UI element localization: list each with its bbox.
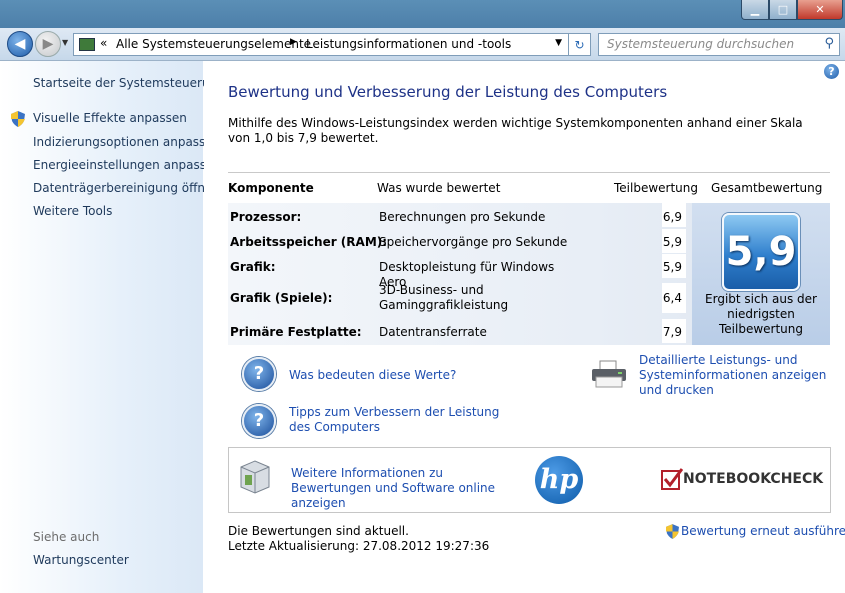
table-divider [228,172,830,173]
detailed-info-link[interactable]: Detaillierte Leistungs- und Systeminform… [639,353,839,398]
arrow-right-icon: ▶ [42,36,54,52]
column-header-subscore: Teilbewertung [614,181,699,195]
search-placeholder: Systemsteuerung durchsuchen [607,37,795,51]
question-icon: ? [242,404,276,438]
row-rated-ram: Speichervorgänge pro Sekunde [379,235,568,249]
address-toolbar: ◀ ▶ ▼ « Alle Systemsteuerungselemente ▶ … [0,28,845,61]
base-score-panel: 5,9 Ergibt sich aus der niedrigsten Teil… [692,203,830,345]
software-box-icon [240,460,270,494]
online-info-link[interactable]: Weitere Informationen zu Bewertungen und… [291,466,521,511]
what-do-values-mean-link[interactable]: Was bedeuten diese Werte? [289,368,456,383]
breadcrumb-all-control-panel[interactable]: Alle Systemsteuerungselemente [116,37,311,51]
row-score-ram: 5,9 [662,235,682,249]
printer-icon [592,360,626,388]
search-input[interactable]: Systemsteuerung durchsuchen ⚲ [598,33,840,56]
row-rated-processor: Berechnungen pro Sekunde [379,210,546,224]
forward-button[interactable]: ▶ [35,31,61,57]
notebookcheck-watermark: NOTEBOOKCHECK [661,468,824,492]
page-title: Bewertung und Verbesserung der Leistung … [228,83,668,101]
row-component-primary-disk: Primäre Festplatte: [230,325,362,339]
improvement-tips-link[interactable]: Tipps zum Verbessern der Leistung des Co… [289,405,509,435]
see-also-heading: Siehe auch [33,530,100,544]
minimize-button[interactable]: ▁ [741,0,769,20]
row-score-processor: 6,9 [662,210,682,224]
status-last-update: Letzte Aktualisierung: 27.08.2012 19:27:… [228,539,490,553]
row-component-graphics: Grafik: [230,260,276,274]
shield-icon [666,524,679,539]
breadcrumb-separator-icon[interactable]: ▶ [290,37,297,47]
sidebar-item-more-tools[interactable]: Weitere Tools [33,204,112,218]
row-rated-gaming-graphics: 3D-Business- und Gaminggrafikleistung [379,283,509,312]
back-button[interactable]: ◀ [7,31,33,57]
row-score-gaming-graphics: 6,4 [662,291,682,305]
watermark-text: NOTEBOOKCHECK [683,471,824,487]
hidden-crumbs-icon[interactable]: « [100,36,107,50]
online-info-box: Weitere Informationen zu Bewertungen und… [228,447,831,513]
row-rated-primary-disk: Datentransferrate [379,325,487,339]
column-header-rated: Was wurde bewertet [377,181,501,195]
arrow-left-icon: ◀ [14,36,26,52]
help-icon[interactable]: ? [824,64,839,79]
hp-logo: hp [535,456,583,504]
main-content: ? Bewertung und Verbesserung der Leistun… [204,61,845,593]
row-component-ram: Arbeitsspeicher (RAM): [230,235,388,249]
row-score-primary-disk: 7,9 [662,325,682,339]
sidebar-item-action-center[interactable]: Wartungscenter [33,553,129,567]
maximize-button[interactable]: □ [769,0,797,20]
status-area: Die Bewertungen sind aktuell. Letzte Akt… [228,524,489,554]
search-icon[interactable]: ⚲ [824,36,834,51]
window-controls: ▁ □ ✕ [741,0,843,20]
row-component-processor: Prozessor: [230,210,302,224]
refresh-icon: ↻ [574,37,585,52]
sidebar-item-indexing-options[interactable]: Indizierungsoptionen anpassen [33,135,220,149]
column-header-component: Komponente [228,181,314,195]
close-button[interactable]: ✕ [797,0,843,20]
shield-icon [11,111,25,127]
row-score-graphics: 5,9 [662,260,682,274]
sidebar-item-disk-cleanup[interactable]: Datenträgerbereinigung öffnen [33,181,220,195]
sidebar-item-power-settings[interactable]: Energieeinstellungen anpassen [33,158,221,172]
base-score-badge: 5,9 [722,213,800,291]
task-sidebar: Startseite der Systemsteuerung Visuelle … [0,61,225,593]
question-icon: ? [242,357,276,391]
rerun-label[interactable]: Bewertung erneut ausführen [681,524,845,538]
recent-pages-dropdown-icon[interactable]: ▼ [62,38,68,47]
refresh-button[interactable]: ↻ [568,33,591,56]
row-component-gaming-graphics: Grafik (Spiele): [230,291,333,305]
sidebar-control-panel-home[interactable]: Startseite der Systemsteuerung [33,76,225,90]
address-dropdown-icon[interactable]: ▼ [555,38,562,48]
intro-text: Mithilfe des Windows-Leistungsindex werd… [228,116,803,145]
base-score-caption: Ergibt sich aus der niedrigsten Teilbewe… [705,292,817,336]
sidebar-item-visual-effects[interactable]: Visuelle Effekte anpassen [33,111,187,125]
window-title-bar: ▁ □ ✕ [0,0,845,28]
address-field[interactable]: « Alle Systemsteuerungselemente ▶ Leistu… [73,33,569,56]
column-header-basescore: Gesamtbewertung [711,181,823,195]
checkmark-icon [661,468,683,490]
control-panel-icon [79,38,95,51]
status-current: Die Bewertungen sind aktuell. [228,524,409,538]
breadcrumb-performance-tools[interactable]: Leistungsinformationen und -tools [306,37,511,51]
